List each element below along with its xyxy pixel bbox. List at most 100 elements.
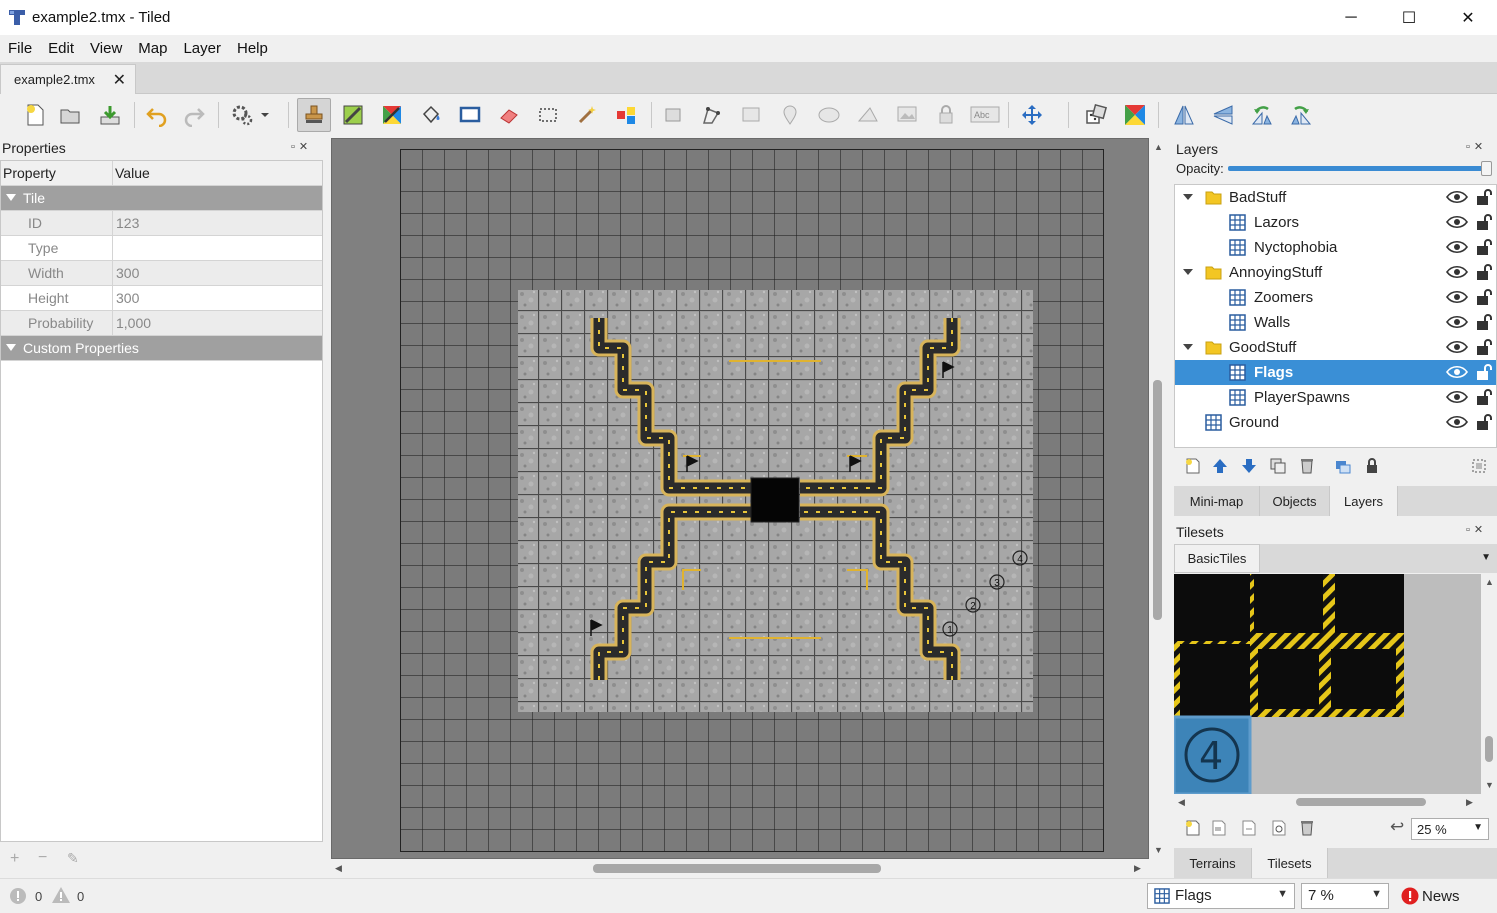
unlocked-icon[interactable] <box>1476 363 1492 381</box>
select-objects-tool[interactable] <box>656 98 690 132</box>
scroll-left-icon[interactable]: ◀ <box>1178 797 1185 808</box>
remove-property-button[interactable]: − <box>38 849 47 867</box>
menu-map[interactable]: Map <box>130 40 175 57</box>
tab-mini-map[interactable]: Mini-map <box>1174 486 1260 516</box>
dynamic-wrapping-icon[interactable]: ↩ <box>1390 817 1404 837</box>
layer-row-zoomers[interactable]: Zoomers <box>1175 285 1496 310</box>
wang-fill-mode-button[interactable] <box>1118 98 1152 132</box>
eye-icon[interactable] <box>1446 190 1468 204</box>
eye-icon[interactable] <box>1446 265 1468 279</box>
tileset-list-dropdown-icon[interactable]: ▼ <box>1481 552 1491 563</box>
map-horizontal-scrollbar[interactable]: ◀ ▶ <box>331 859 1149 877</box>
scrollbar-thumb[interactable] <box>1485 736 1493 762</box>
stamp-brush-tool[interactable] <box>297 98 331 132</box>
property-row[interactable]: Probability 1,000 <box>1 311 322 336</box>
redo-button[interactable] <box>177 98 211 132</box>
layer-row-badstuff[interactable]: BadStuff <box>1175 185 1496 210</box>
eye-icon[interactable] <box>1446 415 1468 429</box>
insert-ellipse-tool[interactable] <box>812 98 846 132</box>
unlocked-icon[interactable] <box>1476 313 1492 331</box>
close-tab-icon[interactable]: ✕ <box>113 70 126 90</box>
layer-row-ground[interactable]: Ground <box>1175 410 1496 435</box>
scroll-left-icon[interactable]: ◀ <box>335 863 342 874</box>
rotate-left-button[interactable] <box>1245 98 1279 132</box>
tileset-vertical-scrollbar[interactable]: ▲ ▼ <box>1481 574 1497 794</box>
expand-arrow-icon[interactable] <box>1183 344 1193 350</box>
insert-text-tool[interactable]: Abc <box>968 98 1002 132</box>
maximize-button[interactable]: ☐ <box>1380 0 1438 35</box>
current-layer-combo[interactable]: Flags ▼ <box>1147 883 1295 909</box>
menu-view[interactable]: View <box>82 40 130 57</box>
select-same-tile-tool[interactable] <box>609 98 643 132</box>
scroll-right-icon[interactable]: ▶ <box>1134 863 1141 874</box>
rename-property-button[interactable]: ✎ <box>67 850 79 867</box>
tileset-horizontal-scrollbar[interactable]: ◀ ▶ <box>1174 794 1481 810</box>
warning-icon[interactable] <box>51 886 71 904</box>
unlocked-icon[interactable] <box>1476 263 1492 281</box>
scroll-right-icon[interactable]: ▶ <box>1466 797 1473 808</box>
wang-brush-tool[interactable] <box>375 98 409 132</box>
tileset-zoom-combo[interactable]: 25 % ▼ <box>1411 818 1489 840</box>
layer-row-lazors[interactable]: Lazors <box>1175 210 1496 235</box>
eye-icon[interactable] <box>1446 365 1468 379</box>
new-tileset-icon[interactable] <box>1184 819 1202 837</box>
scrollbar-thumb[interactable] <box>1296 798 1426 806</box>
unlocked-icon[interactable] <box>1476 338 1492 356</box>
layer-row-annoyingstuff[interactable]: AnnoyingStuff <box>1175 260 1496 285</box>
tab-tilesets[interactable]: Tilesets <box>1252 848 1328 878</box>
embed-tileset-icon[interactable] <box>1210 819 1228 837</box>
scroll-down-icon[interactable]: ▼ <box>1485 780 1494 790</box>
rotate-right-button[interactable] <box>1284 98 1318 132</box>
insert-template-tool[interactable] <box>929 98 963 132</box>
layer-row-flags[interactable]: Flags <box>1175 360 1496 385</box>
property-row[interactable]: Height 300 <box>1 286 322 311</box>
tab-objects[interactable]: Objects <box>1260 486 1330 516</box>
unlocked-icon[interactable] <box>1476 413 1492 431</box>
unlocked-icon[interactable] <box>1476 238 1492 256</box>
bucket-fill-tool[interactable] <box>414 98 448 132</box>
terrain-brush-tool[interactable] <box>336 98 370 132</box>
rectangle-select-tool[interactable] <box>531 98 565 132</box>
unlocked-icon[interactable] <box>1476 288 1492 306</box>
flip-vertical-button[interactable] <box>1206 98 1240 132</box>
tab-terrains[interactable]: Terrains <box>1174 848 1252 878</box>
property-row[interactable]: Type <box>1 236 322 261</box>
minimize-button[interactable]: ─ <box>1322 0 1380 35</box>
property-row[interactable]: Width 300 <box>1 261 322 286</box>
menu-edit[interactable]: Edit <box>40 40 82 57</box>
insert-point-tool[interactable] <box>773 98 807 132</box>
unlocked-icon[interactable] <box>1476 188 1492 206</box>
news-alert-icon[interactable] <box>1401 887 1419 905</box>
scrollbar-thumb[interactable] <box>1153 380 1162 620</box>
insert-polygon-tool[interactable] <box>851 98 885 132</box>
new-layer-icon[interactable] <box>1184 457 1202 475</box>
map-vertical-scrollbar[interactable]: ▲ ▼ <box>1150 138 1166 859</box>
layer-row-playerspawns[interactable]: PlayerSpawns <box>1175 385 1496 410</box>
unlocked-icon[interactable] <box>1476 213 1492 231</box>
add-property-button[interactable]: + <box>10 850 19 868</box>
lock-layer-icon[interactable] <box>1363 457 1381 475</box>
scroll-up-icon[interactable]: ▲ <box>1485 577 1494 587</box>
expand-arrow-icon[interactable] <box>1183 269 1193 275</box>
menu-file[interactable]: File <box>0 40 40 57</box>
flip-horizontal-button[interactable] <box>1167 98 1201 132</box>
magic-wand-tool[interactable] <box>570 98 604 132</box>
save-button[interactable] <box>93 98 127 132</box>
remove-tileset-icon[interactable] <box>1298 819 1316 837</box>
commands-button[interactable] <box>226 98 276 132</box>
tileset-tab-basictiles[interactable]: BasicTiles <box>1174 544 1260 573</box>
news-button[interactable]: News <box>1422 888 1460 905</box>
scroll-down-icon[interactable]: ▼ <box>1154 845 1163 855</box>
scroll-up-icon[interactable]: ▲ <box>1154 142 1163 152</box>
open-button[interactable] <box>53 98 87 132</box>
close-window-button[interactable]: ✕ <box>1439 0 1497 35</box>
eye-icon[interactable] <box>1446 340 1468 354</box>
tile-group-row[interactable]: Tile <box>1 186 322 211</box>
slider-handle[interactable] <box>1481 161 1492 176</box>
shape-fill-tool[interactable] <box>453 98 487 132</box>
delete-layer-icon[interactable] <box>1298 457 1316 475</box>
opacity-slider[interactable] <box>1228 161 1492 176</box>
menu-layer[interactable]: Layer <box>175 40 229 57</box>
properties-dock-buttons[interactable]: ▫✕ <box>291 140 312 153</box>
error-icon[interactable] <box>9 887 27 905</box>
